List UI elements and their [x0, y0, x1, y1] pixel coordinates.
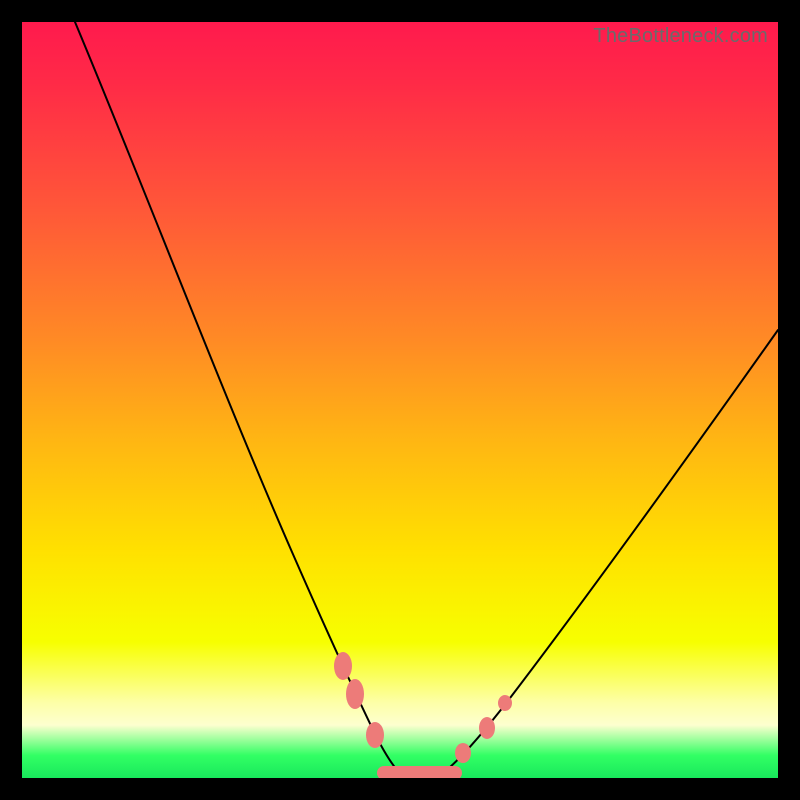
chart-svg	[22, 22, 778, 778]
right-marker-upper	[498, 695, 512, 711]
right-marker-mid	[479, 717, 495, 739]
left-marker-lower	[346, 679, 364, 709]
plot-area: TheBottleneck.com	[22, 22, 778, 778]
right-marker-base	[455, 743, 471, 763]
right-curve	[440, 330, 778, 775]
left-curve	[75, 22, 402, 775]
left-marker-upper	[334, 652, 352, 680]
chart-frame: TheBottleneck.com	[0, 0, 800, 800]
left-marker-base	[366, 722, 384, 748]
center-pill	[377, 766, 462, 778]
